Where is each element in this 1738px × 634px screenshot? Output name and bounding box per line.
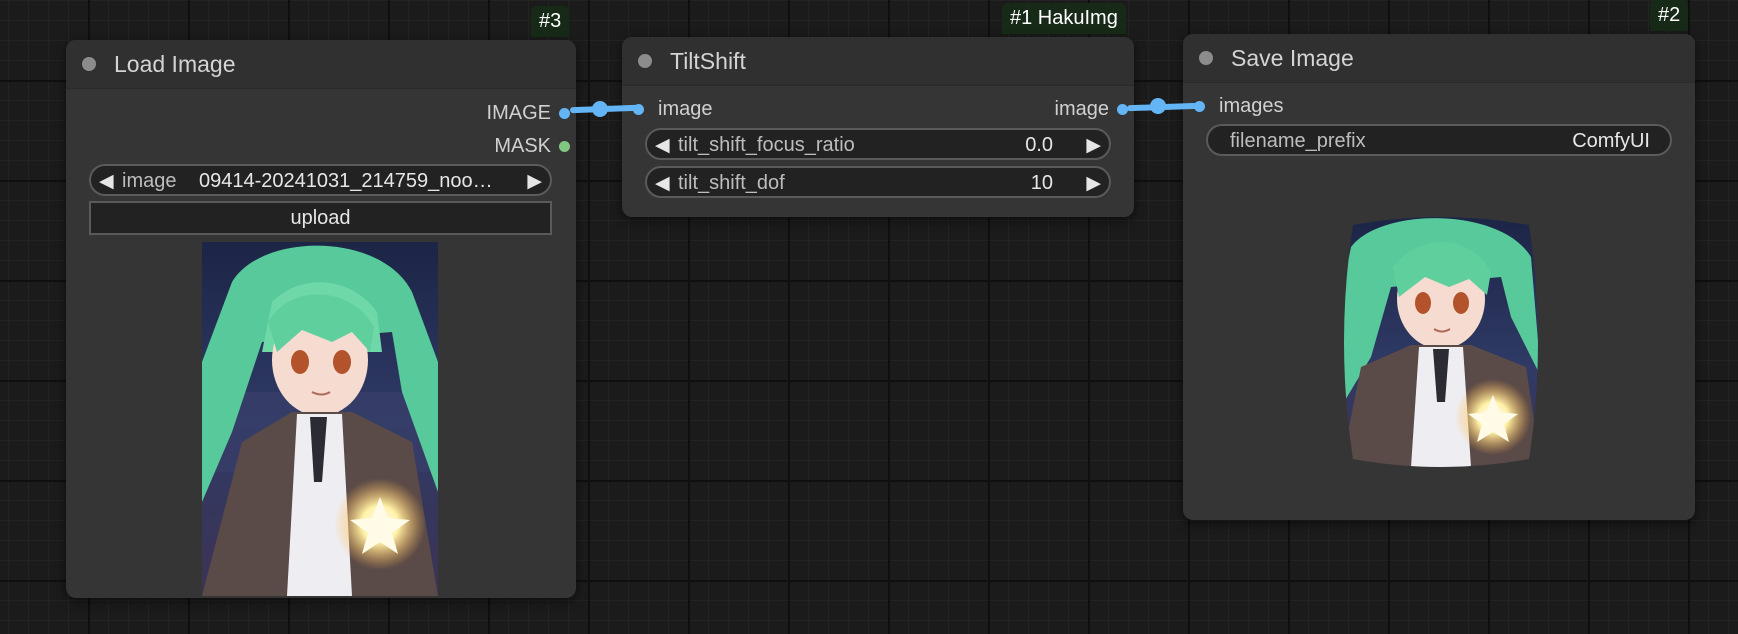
decrement-arrow-icon[interactable]: ◀	[655, 172, 670, 195]
input-slot-image[interactable]: image	[633, 98, 712, 121]
node-id-badge-load-image: #3	[531, 6, 570, 37]
distorted-output-image	[1344, 217, 1538, 467]
save-image-header[interactable]: Save Image	[1183, 34, 1695, 83]
collapse-dot-icon[interactable]	[82, 57, 96, 71]
widget-value: 10	[1030, 172, 1053, 194]
filename-prefix-widget[interactable]: filename_prefix ComfyUI	[1206, 124, 1672, 156]
output-connector-icon[interactable]	[559, 108, 570, 119]
input-label-image: image	[658, 98, 713, 120]
load-image-node[interactable]: Load Image IMAGE MASK ◀ image 09414-2024…	[66, 40, 576, 598]
tilt-shift-header[interactable]: TiltShift	[622, 37, 1134, 86]
increment-arrow-icon[interactable]: ▶	[1086, 134, 1101, 157]
image-select-widget[interactable]: ◀ image 09414-20241031_214759_noo… ▶	[89, 164, 552, 196]
widget-label: filename_prefix	[1230, 130, 1366, 152]
node-title: Load Image	[114, 50, 236, 77]
collapse-dot-icon[interactable]	[1199, 51, 1213, 65]
link-midpoint-knob[interactable]	[1150, 98, 1166, 114]
collapse-dot-icon[interactable]	[638, 54, 652, 68]
node-title: TiltShift	[670, 47, 746, 74]
output-label-image: image	[1054, 98, 1109, 120]
save-image-node[interactable]: Save Image images filename_prefix ComfyU…	[1183, 34, 1695, 520]
decrement-arrow-icon[interactable]: ◀	[99, 170, 114, 193]
output-label-mask: MASK	[494, 135, 551, 157]
output-label-image: IMAGE	[486, 102, 551, 124]
decrement-arrow-icon[interactable]: ◀	[655, 134, 670, 157]
node-id-badge-tilt-shift: #1 HakuImg	[1002, 3, 1126, 34]
widget-value: 0.0	[1025, 134, 1053, 156]
upload-button[interactable]: upload	[89, 201, 552, 235]
output-slot-image[interactable]: image	[1055, 98, 1128, 121]
anime-girl-image	[202, 242, 438, 596]
output-slot-image[interactable]: IMAGE	[487, 102, 570, 125]
focus-ratio-widget[interactable]: ◀ tilt_shift_focus_ratio 0.0 ▶	[645, 128, 1111, 160]
increment-arrow-icon[interactable]: ▶	[527, 170, 542, 193]
increment-arrow-icon[interactable]: ▶	[1086, 172, 1101, 195]
input-slot-images[interactable]: images	[1194, 95, 1283, 118]
widget-label: image	[122, 170, 177, 192]
node-id-badge-save-image: #2	[1650, 0, 1689, 31]
image-preview	[202, 242, 438, 596]
output-preview	[1341, 217, 1541, 467]
node-title: Save Image	[1231, 44, 1354, 71]
widget-value: ComfyUI	[1572, 130, 1650, 152]
output-slot-mask[interactable]: MASK	[494, 135, 570, 158]
tilt-shift-node[interactable]: TiltShift image image ◀ tilt_shift_focus…	[622, 37, 1134, 217]
widget-value: 09414-20241031_214759_noo…	[199, 170, 493, 192]
link-midpoint-knob[interactable]	[592, 101, 608, 117]
input-label-images: images	[1219, 95, 1284, 117]
widget-label: tilt_shift_dof	[678, 172, 785, 194]
widget-label: tilt_shift_focus_ratio	[678, 134, 855, 156]
load-image-header[interactable]: Load Image	[66, 40, 576, 89]
dof-widget[interactable]: ◀ tilt_shift_dof 10 ▶	[645, 166, 1111, 198]
output-connector-icon[interactable]	[559, 141, 570, 152]
